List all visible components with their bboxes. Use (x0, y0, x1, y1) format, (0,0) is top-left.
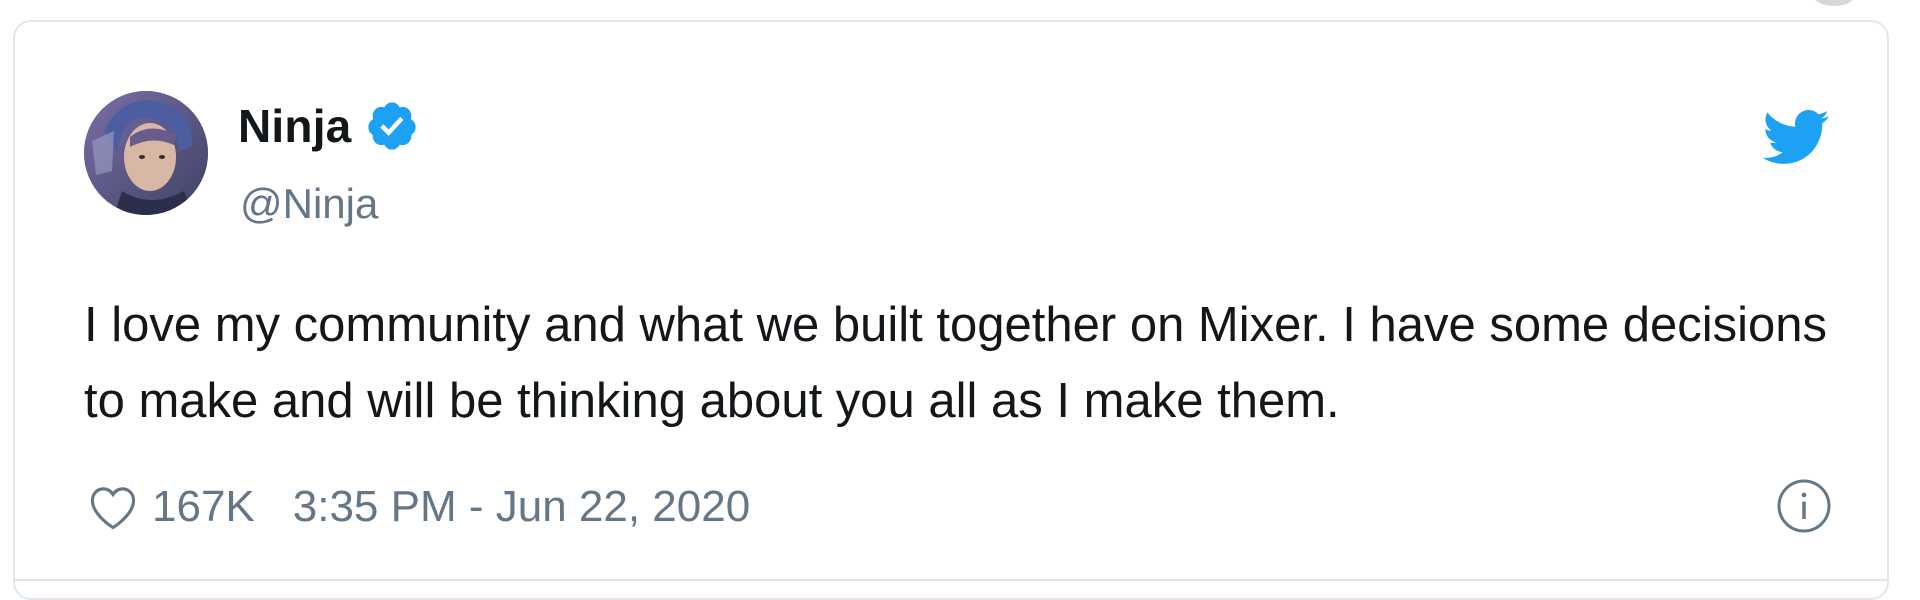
corner-decoration (1812, 0, 1856, 6)
info-icon[interactable] (1774, 476, 1834, 536)
tweet-timestamp[interactable]: 3:35 PM - Jun 22, 2020 (293, 482, 750, 532)
tweet-footer: 167K 3:35 PM - Jun 22, 2020 (84, 472, 1834, 542)
author-display-name[interactable]: Ninja (238, 99, 351, 153)
author-handle[interactable]: @Ninja (240, 180, 378, 228)
tweet-card: Ninja @Ninja I love my community and wha… (13, 20, 1889, 600)
heart-icon[interactable] (84, 478, 142, 536)
author-name-row: Ninja (238, 96, 419, 156)
like-count: 167K (152, 482, 255, 531)
twitter-bird-icon[interactable] (1760, 102, 1830, 172)
author-avatar[interactable] (84, 91, 208, 215)
verified-badge-icon (365, 99, 419, 153)
bottom-divider (15, 579, 1887, 581)
tweet-text: I love my community and what we built to… (84, 298, 1828, 428)
